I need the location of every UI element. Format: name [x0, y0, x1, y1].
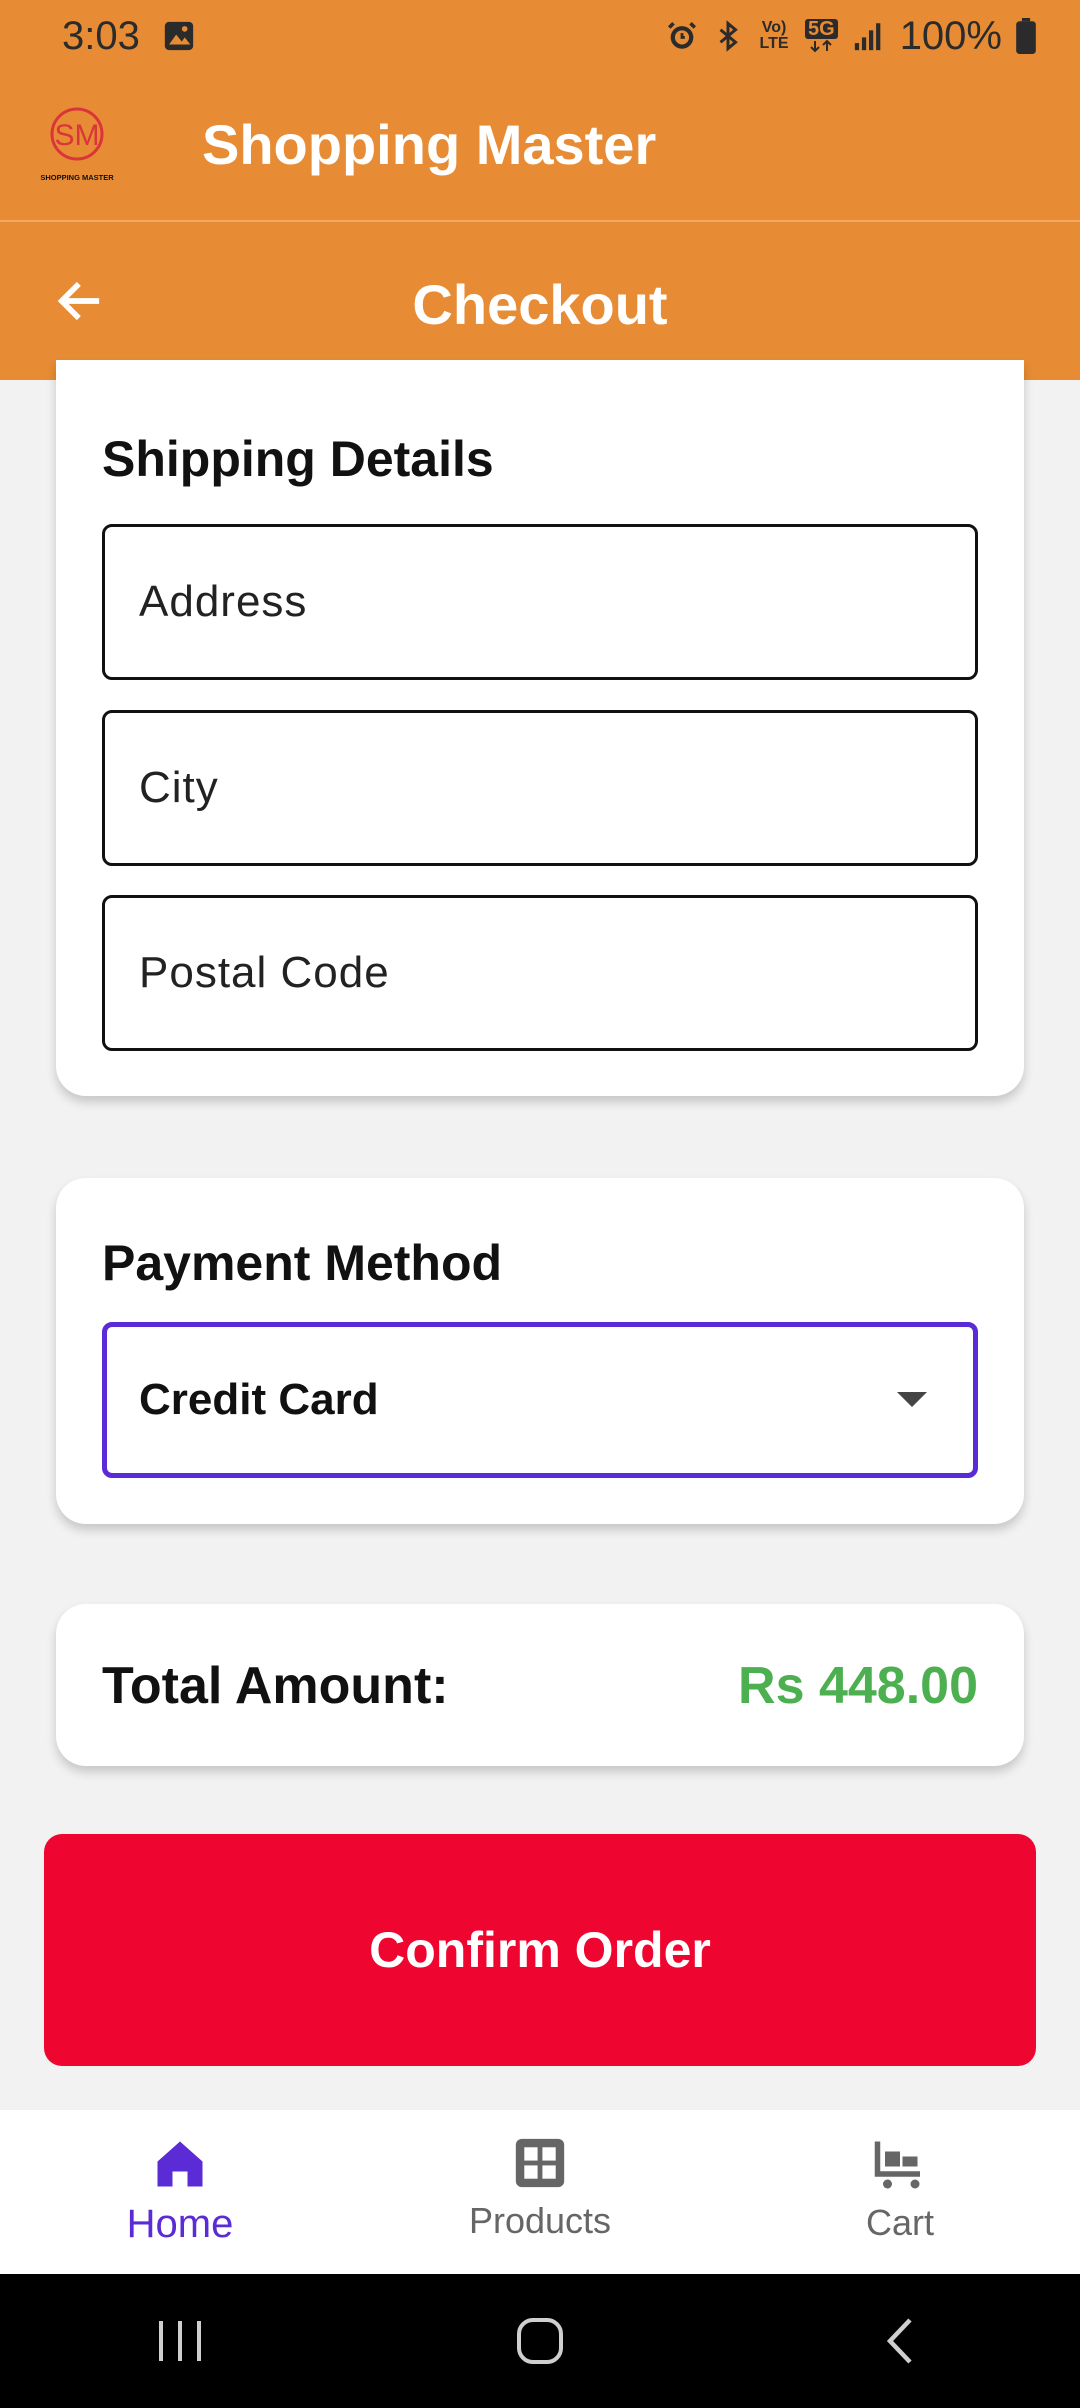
total-amount-value: Rs 448.00: [738, 1657, 978, 1715]
total-amount-card: Total Amount: Rs 448.00: [56, 1604, 1024, 1766]
status-left: 3:03: [62, 14, 196, 59]
confirm-order-button[interactable]: Confirm Order: [44, 1834, 1036, 2066]
cart-icon: [874, 2141, 920, 2189]
volte-icon: Vo) LTE: [757, 20, 791, 52]
status-right: Vo) LTE 5G 100%: [665, 14, 1036, 59]
page-title: Checkout: [412, 273, 668, 336]
city-field[interactable]: City: [102, 710, 978, 866]
alarm-icon: [665, 19, 699, 53]
status-time: 3:03: [62, 13, 140, 58]
recent-apps-icon: [159, 2321, 201, 2361]
home-circle-icon: [517, 2318, 563, 2364]
shipping-details-title: Shipping Details: [102, 431, 494, 487]
payment-method-value: Credit Card: [139, 1375, 379, 1424]
nav-products-label: Products: [468, 2200, 612, 2241]
payment-method-title: Payment Method: [102, 1235, 503, 1291]
signal-icon: [852, 19, 886, 53]
bluetooth-icon: [713, 19, 743, 53]
caret-down-icon: [897, 1392, 927, 1407]
nav-home-label: Home: [126, 2202, 234, 2246]
bottom-navigation: Home Products Cart: [0, 2110, 1080, 2274]
back-system-button[interactable]: [840, 2291, 960, 2391]
chevron-left-icon: [886, 2318, 912, 2364]
total-amount-label: Total Amount:: [102, 1657, 449, 1715]
app-title: Shopping Master: [202, 113, 657, 176]
home-system-button[interactable]: [480, 2291, 600, 2391]
nav-cart[interactable]: Cart: [720, 2110, 1080, 2274]
battery-percent: 100%: [899, 13, 1002, 58]
postal-code-field[interactable]: Postal Code: [102, 895, 978, 1051]
network-type: 5G: [805, 19, 838, 39]
nav-home[interactable]: Home: [0, 2110, 360, 2274]
recent-apps-button[interactable]: [120, 2291, 240, 2391]
address-field[interactable]: Address: [102, 524, 978, 680]
grid-icon: [515, 2138, 565, 2188]
nav-cart-label: Cart: [865, 2202, 934, 2243]
app-bar: SM SHOPPING MASTER Shopping Master: [0, 72, 1080, 222]
payment-method-card: Payment Method Credit Card: [56, 1178, 1024, 1524]
5g-icon: 5G: [805, 19, 838, 53]
app-logo: SM SHOPPING MASTER: [36, 100, 122, 186]
image-icon: [162, 19, 196, 53]
shipping-details-card: Shipping Details Address City Postal Cod…: [56, 360, 1024, 1096]
svg-text:SHOPPING MASTER: SHOPPING MASTER: [40, 173, 114, 182]
checkout-screen: 3:03 Vo) LTE 5G 100% SM SHOPPING MASTER …: [0, 0, 1080, 2408]
home-icon: [157, 2141, 203, 2187]
address-placeholder: Address: [139, 577, 308, 626]
svg-text:SM: SM: [55, 119, 100, 152]
system-navigation-bar: [0, 2274, 1080, 2408]
nav-products[interactable]: Products: [360, 2110, 720, 2274]
checkout-header: Checkout: [0, 222, 1080, 380]
city-placeholder: City: [139, 763, 219, 812]
status-bar: 3:03 Vo) LTE 5G 100%: [0, 0, 1080, 72]
battery-icon: [1016, 18, 1036, 54]
postal-code-placeholder: Postal Code: [139, 948, 390, 997]
payment-method-select[interactable]: Credit Card: [102, 1322, 978, 1478]
volte-text: Vo) LTE: [759, 19, 789, 52]
